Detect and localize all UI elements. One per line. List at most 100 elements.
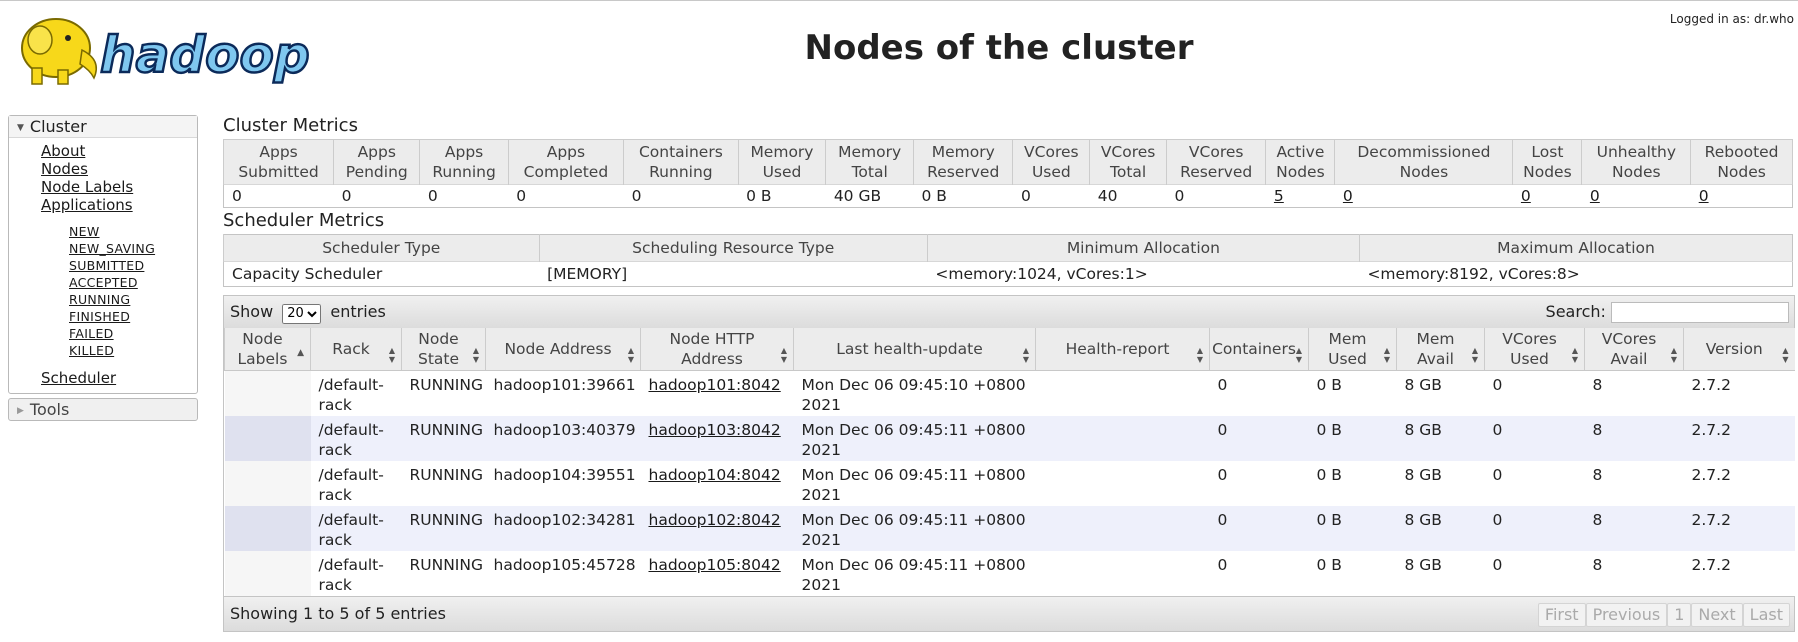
column-header[interactable]: VCores Avail ▲ ▼ [1584,328,1684,371]
sort-both-icon: ▲ ▼ [1196,346,1203,364]
column-header[interactable]: Health-report ▲ ▼ [1035,328,1210,371]
nav-link-applications[interactable]: Applications [41,196,197,214]
cell-rack: /default-rack [310,506,402,551]
top-border [0,0,1798,1]
pager-first[interactable]: First [1537,603,1586,627]
scheduler-metric-header: Scheduling Resource Type [538,234,928,262]
entries-per-page-select[interactable]: 20 [282,303,322,324]
node-http-link[interactable]: hadoop101:8042 [649,376,781,394]
cluster-metrics-title: Cluster Metrics [223,115,358,136]
nodes-table: Node Labels ▲ Rack ▲ ▼ Node State ▲ ▼ Node Address… [224,328,1795,596]
nav-link-accepted[interactable]: ACCEPTED [69,274,197,291]
pager-next[interactable]: Next [1691,603,1743,627]
nav-link-node-labels[interactable]: Node Labels [41,178,197,196]
cluster-metric-value: 0 [508,184,624,208]
table-row: /default-rack RUNNING hadoop103:40379 hadoo… [224,416,1795,461]
column-header[interactable]: VCores Used ▲ ▼ [1484,328,1585,371]
collapse-triangle-icon: ▼ [17,123,24,133]
cell-state: RUNNING [401,416,486,461]
column-header[interactable]: Containers ▲ ▼ [1209,328,1309,371]
table-row: /default-rack RUNNING hadoop101:39661 hadoo… [224,370,1795,416]
column-header[interactable]: Node Labels ▲ [224,328,311,371]
cluster-nav-label: Cluster [29,117,87,136]
scheduler-metrics-table: Scheduler Type Scheduling Resource Type Mi… [223,234,1793,287]
cell-version: 2.7.2 [1683,506,1795,551]
page-title: Nodes of the cluster [804,28,1194,68]
nav-link-submitted[interactable]: SUBMITTED [69,257,197,274]
cluster-metric-link[interactable]: 5 [1274,187,1284,205]
main-content: Cluster Metrics Apps Submitted Apps Pending… [222,113,1795,632]
cell-http: hadoop101:8042 [640,370,794,416]
cluster-metric-value: 5 [1265,184,1335,208]
column-header[interactable]: Last health-update ▲ ▼ [793,328,1036,371]
node-http-link[interactable]: hadoop103:8042 [649,421,781,439]
node-labels-cell [224,370,311,416]
pagination: First Previous 1 Next Last [1537,603,1790,627]
cluster-metric-header: Rebooted Nodes [1690,139,1793,185]
nav-link-nodes[interactable]: Nodes [41,160,197,178]
nav-link-finished[interactable]: FINISHED [69,308,197,325]
cell-addr: hadoop105:45728 [485,551,641,596]
cluster-metric-link[interactable]: 0 [1699,187,1709,205]
scheduler-metric-value: Capacity Scheduler [223,261,540,287]
table-info: Showing 1 to 5 of 5 entries [230,604,446,623]
column-header[interactable]: Version ▲ ▼ [1683,328,1795,371]
cell-health: Mon Dec 06 09:45:10 +0800 2021 [793,370,1036,416]
nav-link-new[interactable]: NEW [69,223,197,240]
cell-rack: /default-rack [310,416,402,461]
cell-http: hadoop103:8042 [640,416,794,461]
cell-report [1035,506,1210,551]
nav-link-about[interactable]: About [41,142,197,160]
cluster-nav: ▼ Cluster About Nodes Node Labels Applica… [8,115,198,394]
scheduler-metric-value: <memory:1024, vCores:1> [927,261,1360,287]
cluster-metric-link[interactable]: 0 [1590,187,1600,205]
cell-version: 2.7.2 [1683,461,1795,506]
cluster-metric-link[interactable]: 0 [1521,187,1531,205]
cluster-metric-header: Apps Submitted [222,139,335,185]
search-input[interactable] [1611,302,1789,323]
pager-page-1[interactable]: 1 [1667,603,1692,627]
cell-rack: /default-rack [310,551,402,596]
cell-state: RUNNING [401,461,486,506]
node-http-link[interactable]: hadoop104:8042 [649,466,781,484]
datatable-toolbar: Show 20 entries Search: [224,296,1794,328]
nav-link-killed[interactable]: KILLED [69,342,197,359]
column-header[interactable]: Mem Avail ▲ ▼ [1396,328,1485,371]
nav-link-running[interactable]: RUNNING [69,291,197,308]
scheduler-metrics-title: Scheduler Metrics [223,210,385,231]
sort-both-icon: ▲ ▼ [627,346,634,364]
node-http-link[interactable]: hadoop102:8042 [649,511,781,529]
cluster-metric-header: Memory Reserved [913,139,1014,185]
nav-link-scheduler[interactable]: Scheduler [41,369,197,387]
cell-http: hadoop102:8042 [640,506,794,551]
entries-label: entries [330,302,386,321]
search-box: Search: [1546,296,1789,328]
pager-last[interactable]: Last [1742,603,1790,627]
column-header[interactable]: Mem Used ▲ ▼ [1308,328,1397,371]
cell-addr: hadoop102:34281 [485,506,641,551]
cluster-metric-value: 0 [223,184,334,208]
cell-vc_avail: 8 [1584,416,1684,461]
cluster-metric-header: Decommissioned Nodes [1334,139,1514,185]
datatable-footer: Showing 1 to 5 of 5 entries First Previou… [224,596,1794,631]
tools-nav-label: Tools [29,400,70,419]
nav-link-new-saving[interactable]: NEW_SAVING [69,240,197,257]
pager-previous[interactable]: Previous [1585,603,1668,627]
cluster-metric-header: Memory Total [825,139,915,185]
sort-asc-icon: ▲ [297,348,304,358]
node-http-link[interactable]: hadoop105:8042 [649,556,781,574]
column-header[interactable]: Node State ▲ ▼ [401,328,486,371]
column-header[interactable]: Node Address ▲ ▼ [485,328,641,371]
cluster-metric-header: Active Nodes [1265,139,1336,185]
app-state-list: NEW NEW_SAVING SUBMITTED ACCEPTED RUNNIN… [41,214,197,369]
cell-mem_used: 0 B [1308,416,1397,461]
tools-nav-header[interactable]: ▶ Tools [8,398,198,421]
column-header[interactable]: Rack ▲ ▼ [310,328,402,371]
cluster-metric-value: 40 GB [825,184,914,208]
cluster-metrics-table: Apps Submitted Apps Pending Apps Running Apps C… [222,139,1793,208]
cluster-nav-header[interactable]: ▼ Cluster [9,116,197,138]
column-header[interactable]: Node HTTP Address ▲ ▼ [640,328,794,371]
cluster-metric-link[interactable]: 0 [1343,187,1353,205]
show-label: Show [230,302,274,321]
nav-link-failed[interactable]: FAILED [69,325,197,342]
